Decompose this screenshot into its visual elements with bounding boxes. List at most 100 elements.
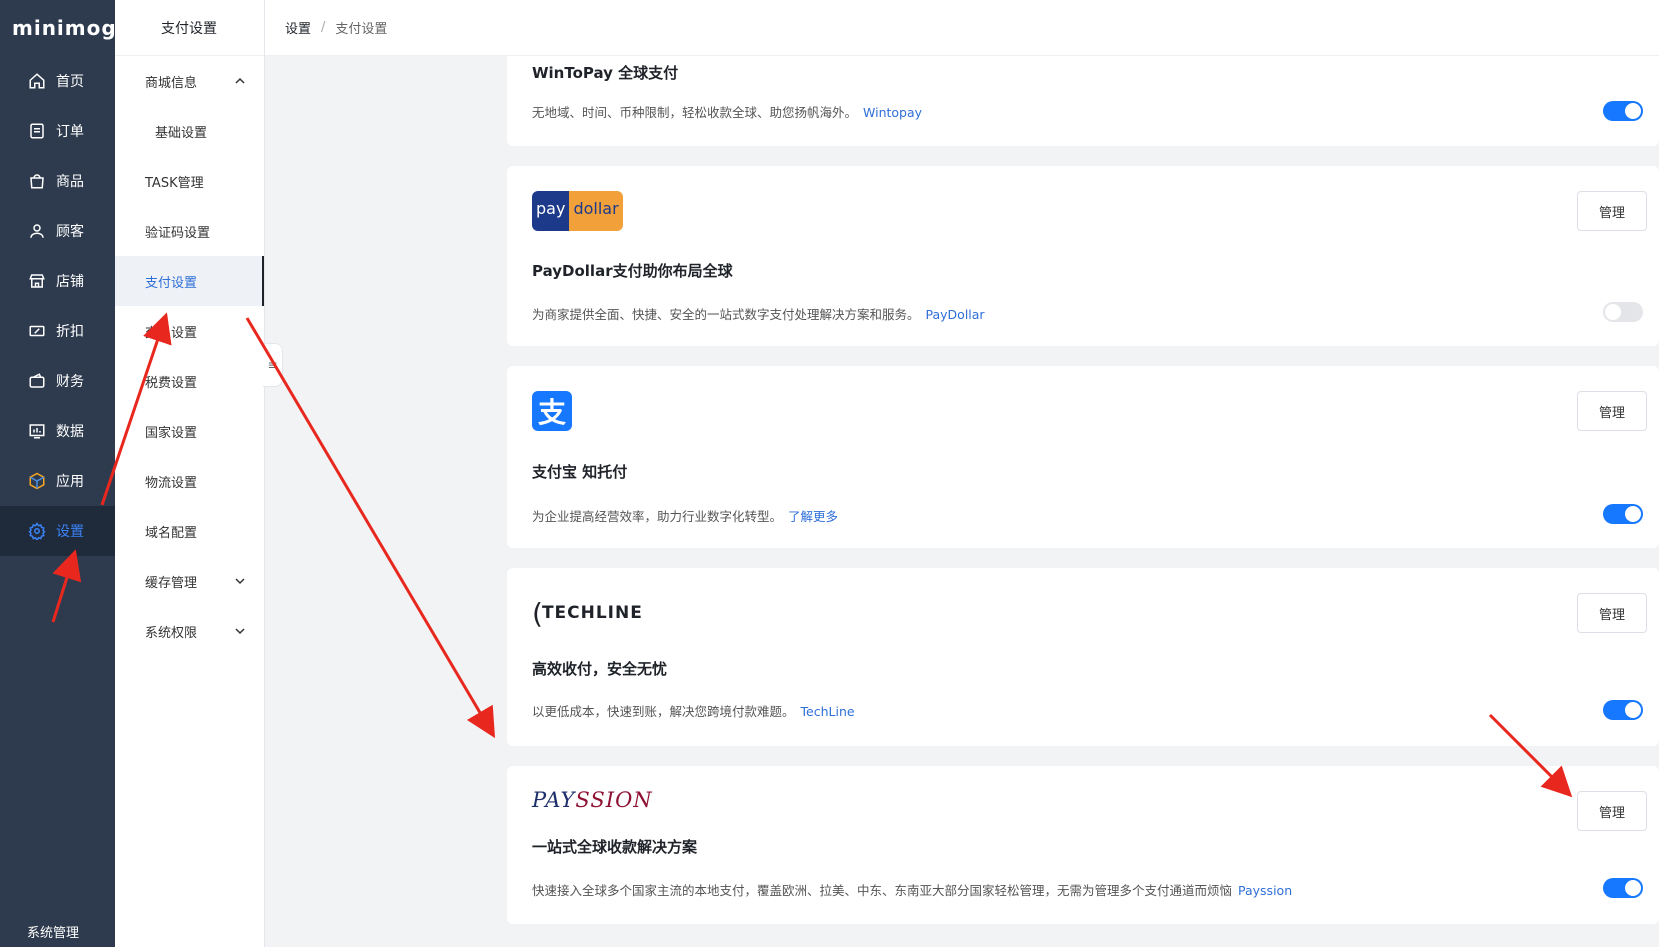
subnav-item-label: 支付设置 bbox=[145, 275, 198, 291]
user-icon bbox=[30, 224, 44, 238]
subnav-item-label: 域名配置 bbox=[145, 525, 198, 541]
discount-icon bbox=[29, 325, 45, 337]
subnav-item-permissions[interactable]: 系统权限 bbox=[115, 606, 264, 656]
subnav-item-cache[interactable]: 缓存管理 bbox=[115, 556, 264, 606]
breadcrumb-parent[interactable]: 设置 bbox=[285, 18, 311, 37]
manage-button[interactable]: 管理 bbox=[1577, 191, 1647, 231]
card-title: 支付宝 知托付 bbox=[532, 463, 628, 481]
sidebar-item-data[interactable]: 数据 bbox=[0, 406, 115, 456]
subnav-item-label: 基础设置 bbox=[155, 125, 208, 141]
subnav-item-country[interactable]: 国家设置 bbox=[115, 406, 264, 456]
subnav-item-label: 验证码设置 bbox=[145, 225, 211, 241]
bag-icon bbox=[30, 174, 44, 189]
subnav-item-label: 商城信息 bbox=[145, 75, 198, 91]
techline-logo: (TECHLINE bbox=[532, 593, 643, 633]
subnav-item-captcha[interactable]: 验证码设置 bbox=[115, 206, 264, 256]
sidebar-item-home[interactable]: 首页 bbox=[0, 56, 115, 106]
manage-button[interactable]: 管理 bbox=[1577, 791, 1647, 831]
sidebar-item-apps[interactable]: 应用 bbox=[0, 456, 115, 506]
logo-part: pay bbox=[532, 191, 570, 231]
sidebar-item-customers[interactable]: 顾客 bbox=[0, 206, 115, 256]
logo-part: PAY bbox=[532, 788, 576, 812]
chevron-down-icon bbox=[235, 628, 245, 635]
subnav-item-domain[interactable]: 域名配置 bbox=[115, 506, 264, 556]
card-desc-text: 无地域、时间、币种限制，轻松收款全球、助您扬帆海外。 bbox=[532, 105, 858, 120]
order-icon bbox=[30, 123, 44, 139]
chevron-up-icon bbox=[235, 77, 245, 84]
toggle-knob bbox=[1625, 103, 1641, 119]
store-icon bbox=[29, 274, 45, 288]
card-desc: 以更低成本，快速到账，解决您跨境付款难题。 TechLine bbox=[532, 701, 855, 720]
card-desc-text: 以更低成本，快速到账，解决您跨境付款难题。 bbox=[532, 704, 795, 719]
home-icon bbox=[29, 73, 45, 89]
enable-toggle[interactable] bbox=[1603, 302, 1643, 322]
subnav-item-payment[interactable]: 支付设置 bbox=[115, 256, 264, 306]
enable-toggle[interactable] bbox=[1603, 878, 1643, 898]
manage-button[interactable]: 管理 bbox=[1577, 391, 1647, 431]
settings-subnav: 支付设置 商城信息 基础设置 TASK管理 验证码设置 支付设置 交易设置 税费… bbox=[115, 0, 265, 947]
enable-toggle[interactable] bbox=[1603, 504, 1643, 524]
card-desc-text: 为商家提供全面、快捷、安全的一站式数字支付处理解决方案和服务。 bbox=[532, 307, 920, 322]
sidebar-item-label: 数据 bbox=[56, 424, 84, 440]
subnav-title: 支付设置 bbox=[115, 0, 264, 56]
paydollar-logo: pay dollar bbox=[532, 191, 623, 231]
card-desc: 为企业提高经营效率，助力行业数字化转型。 了解更多 bbox=[532, 506, 838, 525]
enable-toggle[interactable] bbox=[1603, 700, 1643, 720]
annotation-arrow bbox=[245, 317, 496, 739]
sidebar-item-label: 设置 bbox=[56, 524, 84, 540]
logo-part: dollar bbox=[569, 191, 623, 231]
sidebar-item-label: 店铺 bbox=[56, 274, 84, 290]
sidebar-item-label: 折扣 bbox=[56, 324, 84, 340]
payment-card-techline: (TECHLINE 管理 高效收付，安全无忧 以更低成本，快速到账，解决您跨境付… bbox=[507, 568, 1659, 746]
main-sidebar: minimog 首页 订单 商品 顾客 店铺 折扣 财务 数据 应用 设置 系统… bbox=[0, 0, 116, 947]
card-desc: 为商家提供全面、快捷、安全的一站式数字支付处理解决方案和服务。 PayDollar bbox=[532, 304, 985, 323]
subnav-item-mall-info[interactable]: 商城信息 bbox=[115, 56, 264, 106]
manage-button[interactable]: 管理 bbox=[1577, 593, 1647, 633]
card-link[interactable]: PayDollar bbox=[926, 307, 985, 322]
subnav-item-basic-settings[interactable]: 基础设置 bbox=[115, 106, 264, 156]
sidebar-item-label: 应用 bbox=[56, 474, 84, 490]
card-desc: 快速接入全球多个国家主流的本地支付，覆盖欧洲、拉美、中东、东南亚大部分国家轻松管… bbox=[532, 880, 1292, 899]
card-desc-text: 为企业提高经营效率，助力行业数字化转型。 bbox=[532, 509, 783, 524]
sidebar-item-store[interactable]: 店铺 bbox=[0, 256, 115, 306]
toggle-knob bbox=[1625, 506, 1641, 522]
subnav-item-label: 缓存管理 bbox=[145, 575, 198, 591]
sidebar-item-finance[interactable]: 财务 bbox=[0, 356, 115, 406]
system-management-link[interactable]: 系统管理 bbox=[27, 922, 79, 941]
app-logo[interactable]: minimog bbox=[0, 0, 116, 56]
sidebar-item-settings[interactable]: 设置 bbox=[0, 506, 115, 556]
subnav-item-logistics[interactable]: 物流设置 bbox=[115, 456, 264, 506]
card-title: PayDollar支付助你布局全球 bbox=[532, 262, 733, 280]
logo-text: TECHLINE bbox=[541, 603, 643, 623]
subnav-item-trade[interactable]: 交易设置 bbox=[115, 306, 264, 356]
chevron-down-icon bbox=[235, 578, 245, 585]
subnav-item-label: 系统权限 bbox=[145, 625, 198, 641]
wallet-icon bbox=[29, 373, 45, 388]
card-title: 一站式全球收款解决方案 bbox=[532, 838, 698, 856]
payssion-logo: PAYSSION bbox=[532, 788, 653, 812]
card-link[interactable]: Wintopay bbox=[863, 105, 922, 120]
card-link[interactable]: 了解更多 bbox=[788, 509, 838, 524]
card-title: WinToPay 全球支付 bbox=[532, 64, 679, 82]
sidebar-item-products[interactable]: 商品 bbox=[0, 156, 115, 206]
subnav-item-label: 物流设置 bbox=[145, 475, 198, 491]
payment-card-payssion: PAYSSION 管理 一站式全球收款解决方案 快速接入全球多个国家主流的本地支… bbox=[507, 766, 1659, 924]
subnav-item-task[interactable]: TASK管理 bbox=[115, 156, 264, 206]
card-link[interactable]: Payssion bbox=[1238, 883, 1292, 898]
card-title: 高效收付，安全无忧 bbox=[532, 660, 668, 678]
sidebar-item-label: 顾客 bbox=[56, 224, 84, 240]
toggle-knob bbox=[1625, 880, 1641, 896]
subnav-item-tax[interactable]: 税费设置 bbox=[115, 356, 264, 406]
sidebar-item-discount[interactable]: 折扣 bbox=[0, 306, 115, 356]
subnav-item-label: 税费设置 bbox=[145, 375, 198, 391]
sidebar-item-label: 商品 bbox=[56, 174, 84, 190]
subnav-item-label: 交易设置 bbox=[145, 325, 198, 341]
sidebar-item-label: 财务 bbox=[56, 374, 84, 390]
collapse-subnav-toggle[interactable]: ≡ bbox=[263, 343, 283, 387]
payment-card-alipay: 支 管理 支付宝 知托付 为企业提高经营效率，助力行业数字化转型。 了解更多 bbox=[507, 366, 1659, 548]
cube-icon bbox=[29, 472, 45, 490]
enable-toggle[interactable] bbox=[1603, 101, 1643, 121]
sidebar-item-orders[interactable]: 订单 bbox=[0, 106, 115, 156]
logo-part: SSION bbox=[575, 788, 653, 812]
card-link[interactable]: TechLine bbox=[801, 704, 855, 719]
